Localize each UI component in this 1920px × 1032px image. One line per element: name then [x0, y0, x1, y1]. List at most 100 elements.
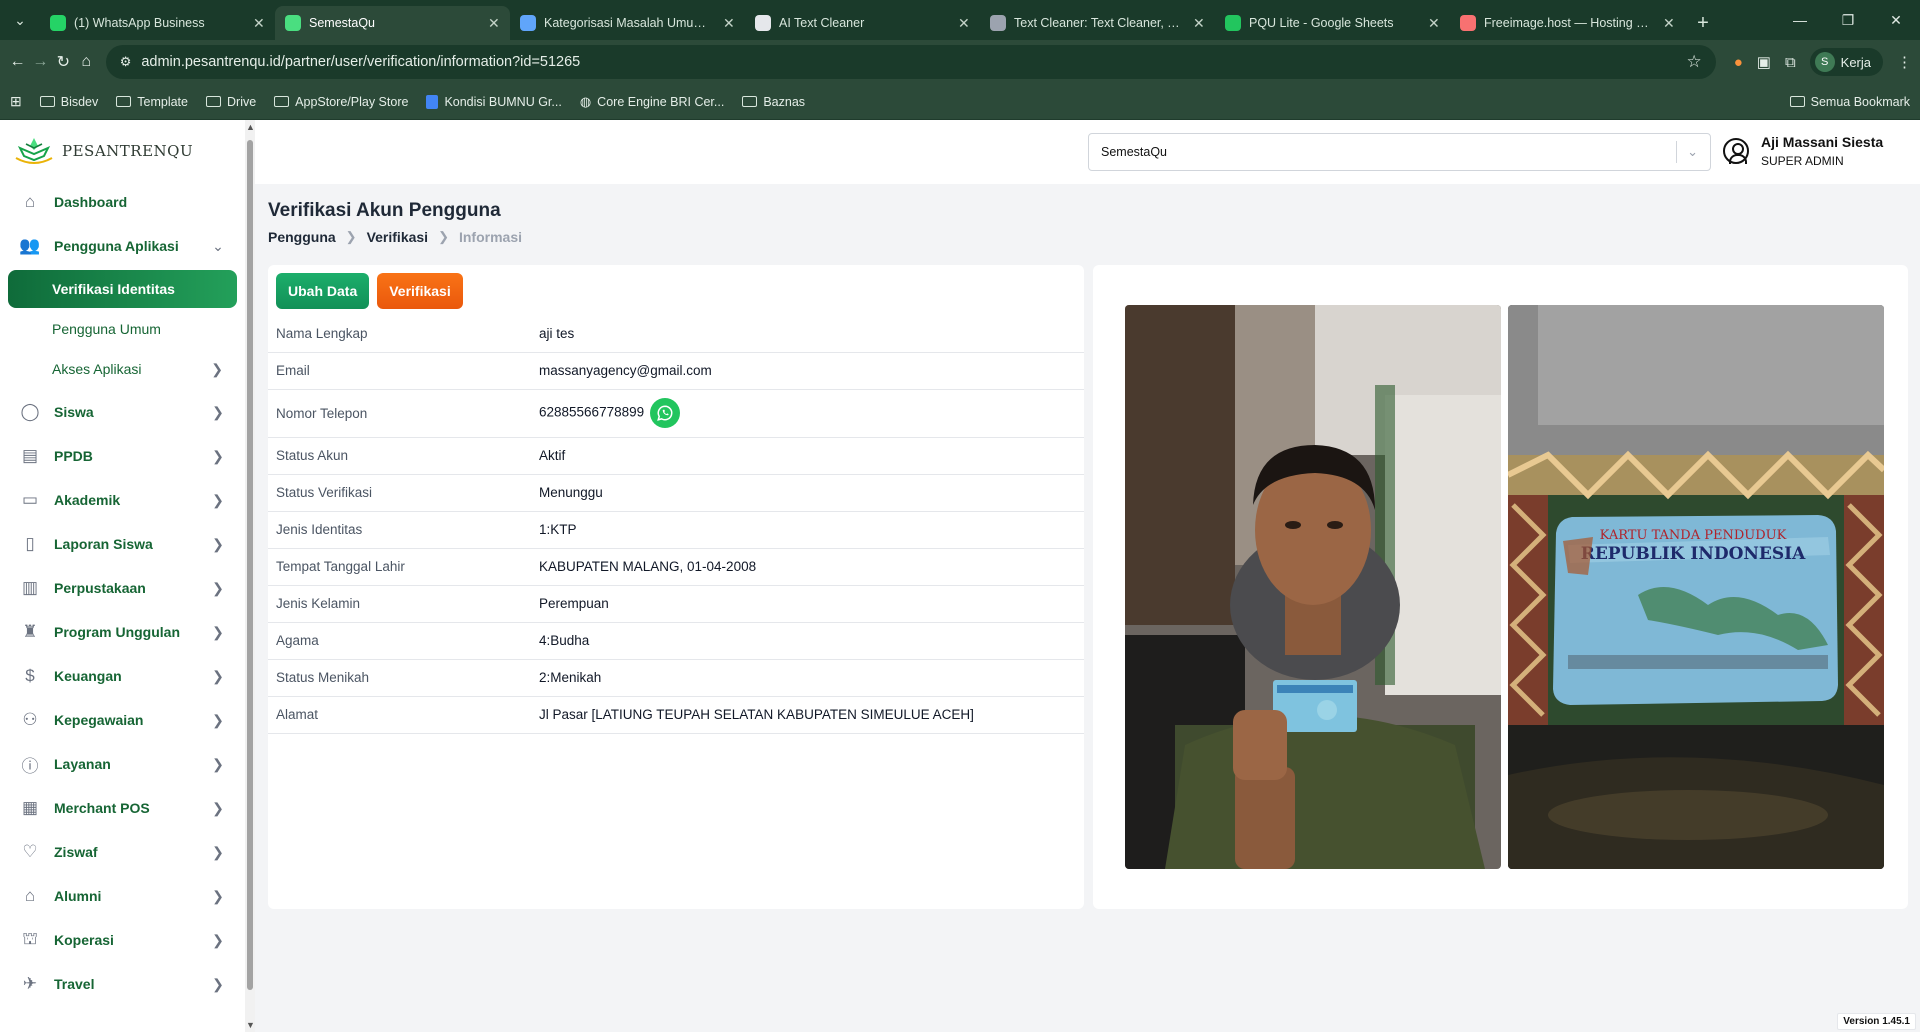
- tab-close-icon[interactable]: ✕: [488, 15, 500, 32]
- sidebar-item-akademik[interactable]: ▭ Akademik ❯: [8, 478, 237, 522]
- url-text[interactable]: admin.pesantrenqu.id/partner/user/verifi…: [141, 54, 1676, 70]
- sidebar-item-ziswaf[interactable]: ♡ Ziswaf ❯: [8, 830, 237, 874]
- sidebar-item-alumni[interactable]: ⌂ Alumni ❯: [8, 874, 237, 918]
- browser-tab[interactable]: Freeimage.host — Hosting Gam ✕: [1450, 6, 1685, 40]
- detail-value-text: Menunggu: [539, 485, 603, 500]
- browser-tab[interactable]: (1) WhatsApp Business ✕: [40, 6, 275, 40]
- logo[interactable]: PESANTRENQU: [0, 122, 245, 180]
- new-tab-button[interactable]: +: [1685, 6, 1721, 40]
- address-bar[interactable]: ⚙ admin.pesantrenqu.id/partner/user/veri…: [105, 45, 1716, 79]
- tab-search-icon[interactable]: ⌄: [0, 0, 40, 40]
- edit-data-button[interactable]: Ubah Data: [276, 273, 370, 309]
- bookmark-item[interactable]: Template: [116, 95, 188, 109]
- tab-close-icon[interactable]: ✕: [1663, 15, 1675, 32]
- restore-icon[interactable]: ❐: [1824, 0, 1872, 40]
- globe-icon: ◍: [579, 93, 592, 109]
- submenu-item-pengguna-umum[interactable]: Pengguna Umum: [8, 310, 237, 348]
- chevron-down-icon[interactable]: ⌄: [1687, 144, 1698, 160]
- breadcrumb-verifikasi[interactable]: Verifikasi: [367, 229, 429, 245]
- browser-tab[interactable]: Text Cleaner: Text Cleaner, Text ✕: [980, 6, 1215, 40]
- bookmark-item[interactable]: ◍ Core Engine BRI Cer...: [580, 94, 725, 110]
- sidebar-scrollbar[interactable]: ▲ ▼: [245, 120, 255, 1032]
- sidebar-item-dashboard[interactable]: ⌂ Dashboard: [8, 180, 237, 224]
- selfie-image: [1125, 305, 1501, 869]
- sidebar-item-ppdb[interactable]: ▤ PPDB ❯: [8, 434, 237, 478]
- submenu-item-verifikasi-identitas[interactable]: Verifikasi Identitas: [8, 270, 237, 308]
- sidebar-item-kepegawaian[interactable]: ⚇ Kepegawaian ❯: [8, 698, 237, 742]
- sidebar-item-koperasi[interactable]: ⛫ Koperasi ❯: [8, 918, 237, 962]
- detail-label: Email: [268, 352, 539, 390]
- detail-label: Nama Lengkap: [268, 315, 539, 353]
- browser-tab[interactable]: Kategorisasi Masalah Umum Sh ✕: [510, 6, 745, 40]
- bookmark-item[interactable]: Kondisi BUMNU Gr...: [426, 94, 562, 109]
- forward-icon[interactable]: →: [31, 46, 50, 78]
- bookmark-star-icon[interactable]: ☆: [1686, 52, 1701, 72]
- chevron-right-icon: ❯: [212, 755, 224, 772]
- sidebar-item-label: Alumni: [54, 888, 102, 904]
- home-browser-icon[interactable]: ⌂: [77, 46, 96, 78]
- ktp-title-line1: KARTU TANDA PENDUDUK: [1600, 528, 1787, 543]
- tab-close-icon[interactable]: ✕: [1428, 15, 1440, 32]
- bookmark-item[interactable]: Drive: [206, 95, 256, 109]
- apps-grid-icon[interactable]: ⊞: [10, 93, 22, 110]
- profile-chip[interactable]: S Kerja: [1809, 48, 1884, 76]
- extension-dot-icon[interactable]: ●: [1734, 54, 1743, 71]
- bookmark-item[interactable]: AppStore/Play Store: [274, 95, 408, 109]
- tab-title: PQU Lite - Google Sheets: [1249, 16, 1394, 30]
- browser-tab[interactable]: PQU Lite - Google Sheets ✕: [1215, 6, 1450, 40]
- detail-value-text: aji tes: [539, 325, 575, 341]
- chevron-right-icon: ❯: [212, 799, 224, 816]
- scrollbar-thumb[interactable]: [247, 140, 253, 990]
- detail-value: 4:Budha: [539, 622, 1084, 660]
- browser-tab[interactable]: SemestaQu ✕: [275, 6, 510, 40]
- user-menu[interactable]: Aji Massani Siesta SUPER ADMIN: [1723, 134, 1883, 168]
- minimize-icon[interactable]: —: [1776, 0, 1824, 40]
- tab-close-icon[interactable]: ✕: [958, 15, 970, 32]
- browser-menu-icon[interactable]: ⋮: [1897, 53, 1912, 71]
- tab-close-icon[interactable]: ✕: [1193, 15, 1205, 32]
- bookmark-item[interactable]: Bisdev: [39, 94, 99, 109]
- whatsapp-icon[interactable]: [650, 398, 681, 428]
- close-window-icon[interactable]: ✕: [1872, 0, 1920, 40]
- sidebar-item-perpustakaan[interactable]: ▥ Perpustakaan ❯: [8, 566, 237, 610]
- breadcrumb-pengguna[interactable]: Pengguna: [268, 229, 336, 245]
- bookmark-item[interactable]: Baznas: [742, 95, 805, 109]
- extension-box-icon[interactable]: ▣: [1757, 53, 1771, 71]
- submenu-item-label: Pengguna Umum: [52, 321, 161, 337]
- brush-icon: [755, 15, 771, 31]
- selfie-photo[interactable]: [1125, 305, 1501, 869]
- sidebar-item-travel[interactable]: ✈ Travel ❯: [8, 962, 237, 1006]
- extensions-puzzle-icon[interactable]: ⧉: [1785, 54, 1796, 71]
- site-info-icon[interactable]: ⚙: [120, 54, 132, 70]
- sidebar-item-keuangan[interactable]: $ Keuangan ❯: [8, 654, 237, 698]
- sidebar-item-label: Perpustakaan: [54, 580, 146, 596]
- sidebar-item-label: Dashboard: [54, 194, 128, 210]
- sidebar-item-laporan-siswa[interactable]: ▯ Laporan Siswa ❯: [8, 522, 237, 566]
- browser-tab[interactable]: AI Text Cleaner ✕: [745, 6, 980, 40]
- sidebar-item-pengguna-aplikasi[interactable]: 👥 Pengguna Aplikasi ⌄: [8, 224, 237, 268]
- bookmark-label: Drive: [227, 94, 257, 109]
- tab-close-icon[interactable]: ✕: [253, 15, 265, 32]
- sidebar-item-program-unggulan[interactable]: ♜ Program Unggulan ❯: [8, 610, 237, 654]
- submenu-item-akses-aplikasi[interactable]: Akses Aplikasi ❯: [8, 350, 237, 388]
- table-row: Email massanyagency@gmail.com: [268, 352, 1084, 390]
- tab-close-icon[interactable]: ✕: [723, 15, 735, 32]
- page-title: Verifikasi Akun Pengguna: [268, 200, 501, 221]
- detail-label: Nomor Telepon: [268, 389, 539, 438]
- reload-icon[interactable]: ↻: [54, 46, 73, 78]
- scroll-up-icon[interactable]: ▲: [246, 122, 255, 132]
- id-card-photo[interactable]: KARTU TANDA PENDUDUK REPUBLIK INDONESIA: [1508, 305, 1884, 869]
- sidebar-item-layanan[interactable]: ⓘ Layanan ❯: [8, 742, 237, 786]
- identity-photos-card: KARTU TANDA PENDUDUK REPUBLIK INDONESIA: [1093, 265, 1908, 909]
- verify-button[interactable]: Verifikasi: [377, 273, 463, 309]
- all-bookmarks-button[interactable]: Semua Bookmark: [1789, 95, 1910, 109]
- sidebar-item-siswa[interactable]: ◯ Siswa ❯: [8, 390, 237, 434]
- detail-value-text: Aktif: [539, 448, 566, 463]
- whatsapp-icon: [50, 15, 66, 31]
- sidebar-item-merchant-pos[interactable]: ▦ Merchant POS ❯: [8, 786, 237, 830]
- bookmark-label: Bisdev: [60, 94, 99, 109]
- back-icon[interactable]: ←: [8, 46, 27, 78]
- scroll-down-icon[interactable]: ▼: [246, 1020, 255, 1030]
- school-select[interactable]: SemestaQu ⌄: [1088, 133, 1711, 171]
- bookmarks-bar: ⊞ Bisdev Template Drive AppStore/Play Store…: [0, 84, 1920, 120]
